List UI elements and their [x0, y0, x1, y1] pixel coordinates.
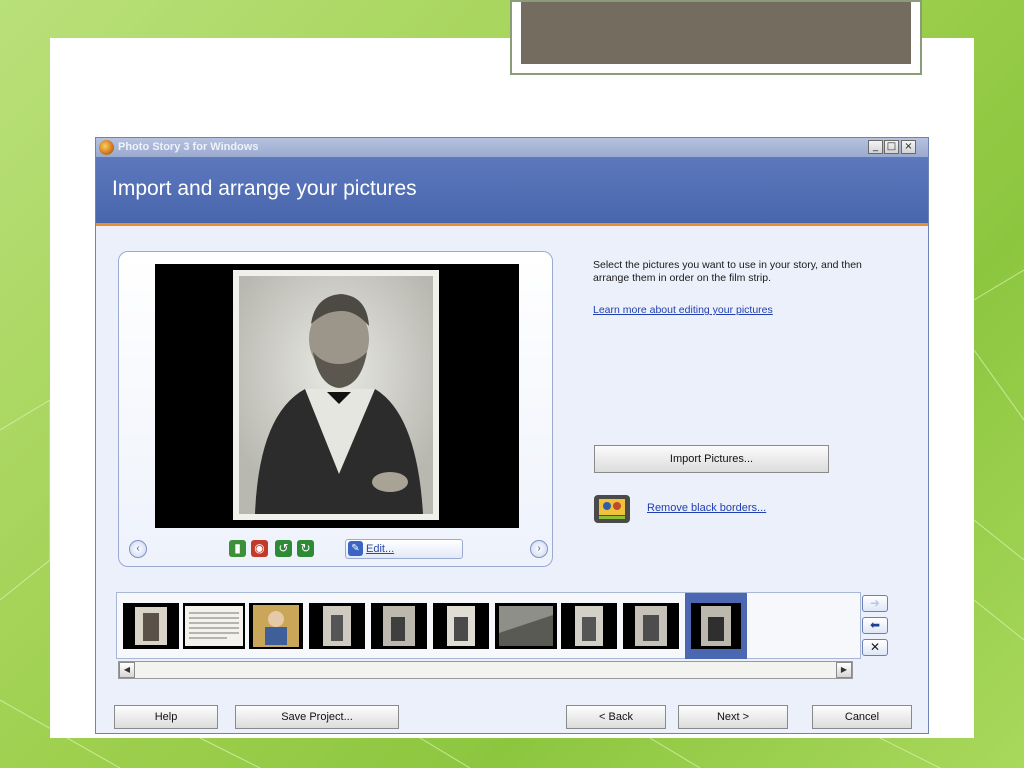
move-left-button[interactable]: ⬅	[862, 617, 888, 634]
help-button[interactable]: Help	[114, 705, 218, 729]
save-project-button[interactable]: Save Project...	[235, 705, 399, 729]
picture-viewer-panel: ‹ › ▮ ◉ ↺ ↻ ✎ Edit...	[118, 251, 553, 567]
thumbnail-2	[183, 603, 245, 649]
levels-icon[interactable]: ▮	[229, 540, 246, 557]
filmstrip-scrollbar[interactable]: ◀ ▶	[118, 661, 853, 679]
thumbnail-7	[495, 603, 557, 649]
thumbnail-8	[561, 603, 617, 649]
close-button[interactable]: ×	[901, 140, 916, 154]
photo-story-app-icon	[99, 140, 114, 155]
filmstrip[interactable]	[116, 592, 861, 659]
instructions-text: Select the pictures you want to use in y…	[593, 259, 862, 284]
edit-button-label: Edit...	[366, 543, 395, 555]
thumbnail-6	[433, 603, 489, 649]
import-pictures-button[interactable]: Import Pictures...	[594, 445, 829, 473]
remove-black-borders-link[interactable]: Remove black borders...	[647, 502, 766, 514]
next-picture-button[interactable]: ›	[530, 540, 548, 558]
scroll-left-arrow[interactable]: ◀	[119, 662, 135, 678]
thumbnail-5	[371, 603, 427, 649]
remove-borders-icon[interactable]	[594, 495, 630, 523]
maximize-button[interactable]: □	[884, 140, 899, 154]
next-button[interactable]: Next >	[678, 705, 788, 729]
rotate-right-icon[interactable]: ↻	[297, 540, 314, 557]
red-eye-icon[interactable]: ◉	[251, 540, 268, 557]
cancel-button[interactable]: Cancel	[812, 705, 912, 729]
slide-title-box	[510, 0, 922, 75]
thumbnail-10	[691, 603, 741, 649]
thumbnail-4	[309, 603, 365, 649]
previous-picture-button[interactable]: ‹	[129, 540, 147, 558]
thumbnail-9	[623, 603, 679, 649]
move-right-button[interactable]: ➜	[862, 595, 888, 612]
scroll-right-arrow[interactable]: ▶	[836, 662, 852, 678]
thumbnail-3	[249, 603, 303, 649]
edit-pencil-icon: ✎	[348, 541, 363, 556]
learn-more-link[interactable]: Learn more about editing your pictures	[593, 304, 773, 316]
page-title: Import and arrange your pictures	[112, 177, 417, 200]
rotate-left-icon[interactable]: ↺	[275, 540, 292, 557]
back-button[interactable]: < Back	[566, 705, 666, 729]
window-titlebar[interactable]: Photo Story 3 for Windows _ □ ×	[96, 138, 928, 157]
photo-story-window: Photo Story 3 for Windows _ □ × Import a…	[95, 137, 929, 734]
page-header: Import and arrange your pictures	[96, 157, 928, 226]
delete-picture-button[interactable]: ✕	[862, 639, 888, 656]
filmstrip-thumbnails	[123, 593, 747, 659]
window-title: Photo Story 3 for Windows	[118, 141, 259, 153]
photo-preview	[155, 264, 519, 528]
minimize-button[interactable]: _	[868, 140, 883, 154]
edit-button[interactable]: ✎ Edit...	[345, 539, 463, 559]
thumbnail-1	[123, 603, 179, 649]
portrait-photo-image	[233, 270, 439, 520]
